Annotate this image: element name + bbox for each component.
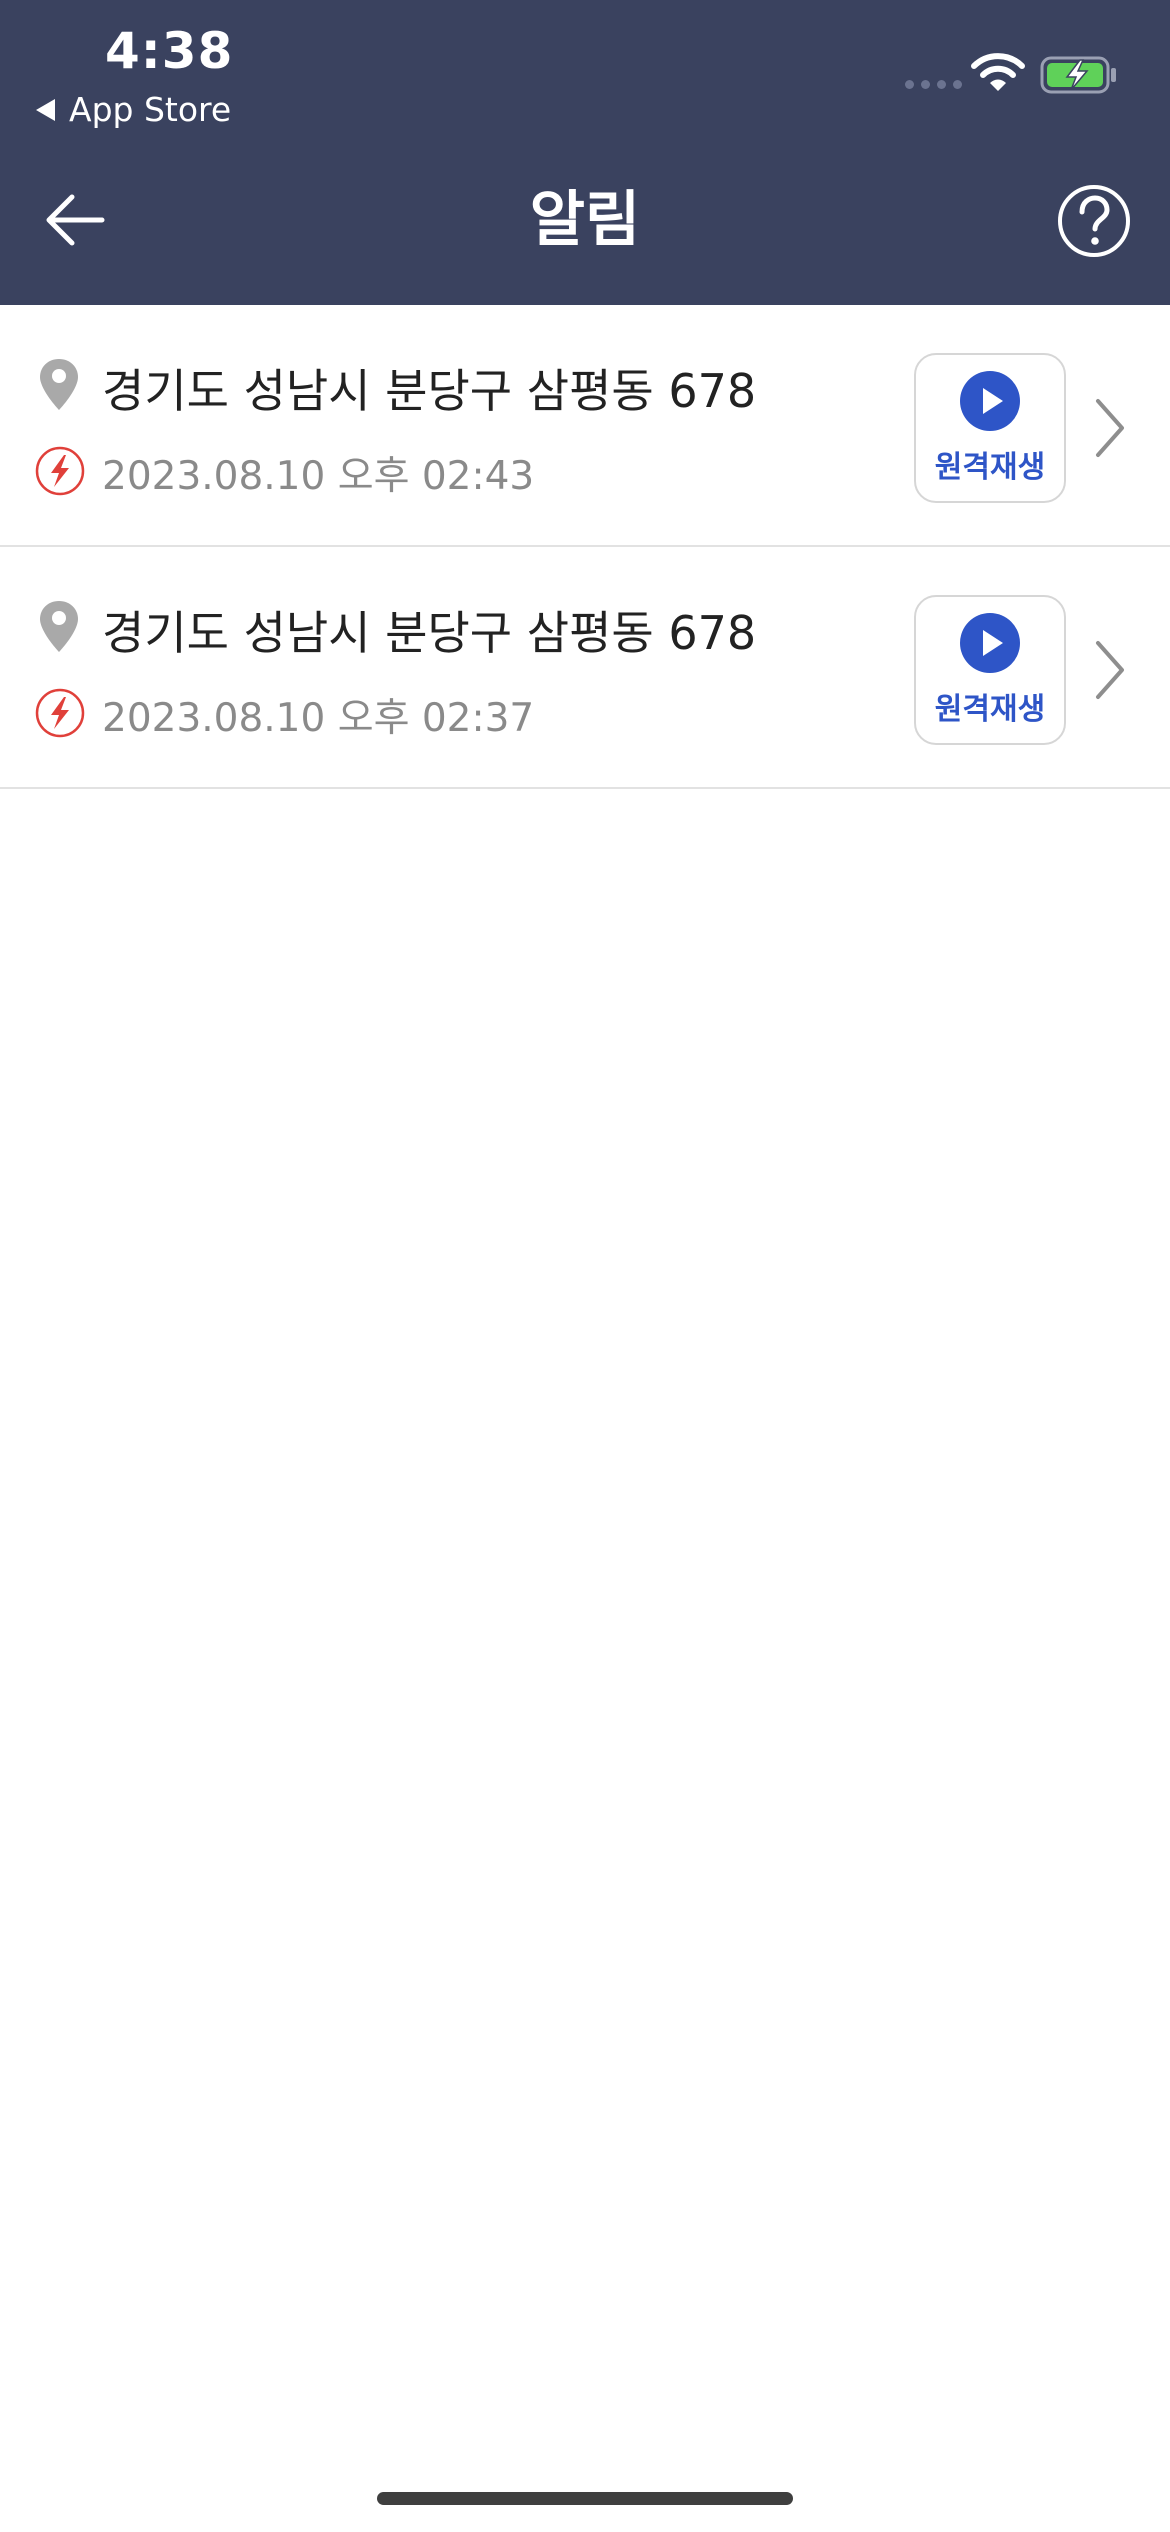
location-pin-icon <box>40 601 78 652</box>
back-to-app-store[interactable]: App Store <box>36 90 231 129</box>
notification-address: 경기도 성남시 분당구 삼평동 678 <box>102 606 757 660</box>
play-circle-icon <box>960 613 1020 673</box>
app-header: 4:38 App Store 알림 <box>0 0 1170 305</box>
remote-play-label: 원격재생 <box>934 692 1046 727</box>
location-pin-icon <box>40 359 78 410</box>
notification-datetime: 2023.08.10 오후 02:37 <box>102 696 535 741</box>
remote-play-button[interactable]: 원격재생 <box>914 595 1066 745</box>
chevron-right-icon[interactable] <box>1092 397 1128 459</box>
status-time: 4:38 <box>105 22 234 80</box>
remote-play-label: 원격재생 <box>934 450 1046 485</box>
question-circle-icon[interactable] <box>1056 183 1132 259</box>
play-circle-icon <box>960 371 1020 431</box>
back-triangle-icon <box>36 98 55 121</box>
back-app-label: App Store <box>69 90 232 129</box>
remote-play-button[interactable]: 원격재생 <box>914 353 1066 503</box>
notification-list: 경기도 성남시 분당구 삼평동 678 2023.08.10 오후 02:43 … <box>0 305 1170 789</box>
impact-alert-icon <box>35 688 85 738</box>
notification-item[interactable]: 경기도 성남시 분당구 삼평동 678 2023.08.10 오후 02:37 … <box>0 547 1170 789</box>
battery-charging-icon <box>1040 56 1116 94</box>
notification-datetime: 2023.08.10 오후 02:43 <box>102 454 535 499</box>
notification-item[interactable]: 경기도 성남시 분당구 삼평동 678 2023.08.10 오후 02:43 … <box>0 305 1170 547</box>
wifi-icon <box>971 53 1025 91</box>
cellular-signal-icon <box>905 80 962 89</box>
notification-address: 경기도 성남시 분당구 삼평동 678 <box>102 364 757 418</box>
chevron-right-icon[interactable] <box>1092 639 1128 701</box>
home-indicator[interactable] <box>377 2492 793 2505</box>
impact-alert-icon <box>35 446 85 496</box>
page-title: 알림 <box>529 185 641 255</box>
